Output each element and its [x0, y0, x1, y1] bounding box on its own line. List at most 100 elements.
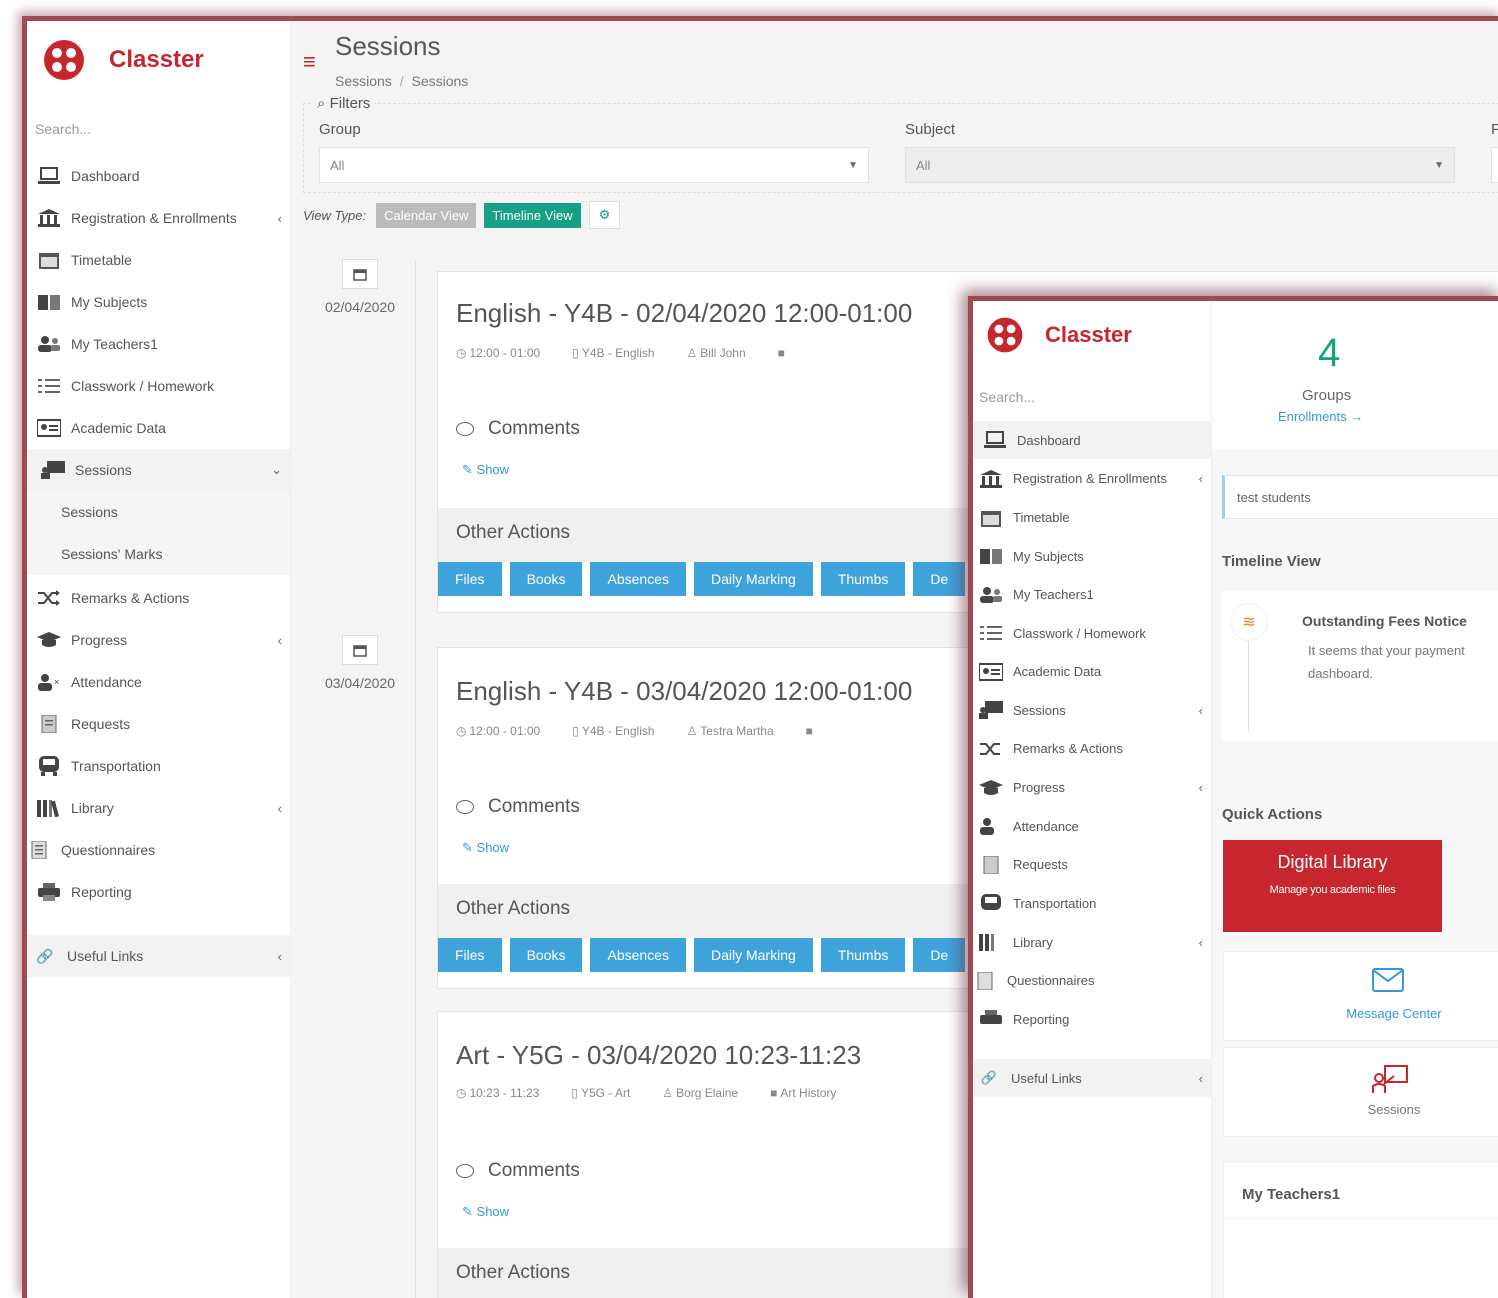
submenu-item-sessions[interactable]: Sessions [27, 491, 290, 533]
sidebar-item-label: Registration & Enrollments [71, 210, 237, 226]
action-buttons: Files Books Absences Daily Marking Thumb… [438, 938, 973, 972]
settings-icon[interactable]: ⚙ [588, 201, 621, 229]
sidebar-item-progress[interactable]: Progress ‹ [27, 619, 290, 661]
sidebar-item-label: Academic Data [1013, 664, 1102, 679]
sidebar-nav: Dashboard Registration & Enrollments ‹ T… [27, 155, 290, 491]
sidebar-item-reporting[interactable]: Reporting [973, 1000, 1211, 1038]
thumbs-button[interactable]: Thumbs [820, 938, 906, 972]
notice-title[interactable]: Outstanding Fees Notice [1302, 613, 1467, 629]
sidebar-item-label: Useful Links [1011, 1070, 1082, 1086]
sidebar-item-library[interactable]: Library ‹ [973, 923, 1211, 961]
graduation-cap-icon [979, 778, 1003, 798]
menu-toggle-icon[interactable]: ≡ [303, 49, 316, 75]
sidebar-item-registration[interactable]: Registration & Enrollments ‹ [27, 197, 290, 239]
sidebar-item-academic-data[interactable]: Academic Data [973, 652, 1211, 691]
sidebar-item-reporting[interactable]: Reporting [27, 871, 290, 913]
brand-logo[interactable]: Classter [985, 315, 1132, 355]
absences-button[interactable]: Absences [590, 562, 686, 596]
sidebar-item-attendance[interactable]: × Attendance [27, 661, 290, 703]
sidebar-item-sessions[interactable]: Sessions ‹ [973, 691, 1211, 729]
sessions-card[interactable]: Sessions [1223, 1047, 1498, 1137]
sidebar-item-transportation[interactable]: Transportation [973, 884, 1211, 923]
more-action-button[interactable]: De [913, 938, 966, 972]
sidebar-item-label: Registration & Enrollments [1013, 471, 1167, 486]
link-icon: 🔗 [36, 947, 54, 964]
brand-name: Classter [1045, 322, 1132, 347]
digital-library-subtitle: Manage you academic files [1269, 884, 1396, 896]
money-icon: ≋ [1230, 603, 1268, 641]
breadcrumb-item[interactable]: Sessions [335, 73, 392, 89]
book-icon: ■ [770, 1086, 778, 1100]
submenu-item-sessions-marks[interactable]: Sessions' Marks [27, 533, 290, 575]
sidebar-item-useful-links[interactable]: 🔗 Useful Links ‹ [27, 935, 290, 977]
message-center-card[interactable]: Message Center [1223, 951, 1498, 1041]
notice-line: dashboard. [1308, 666, 1374, 681]
group-select[interactable]: All ▼ [319, 147, 869, 183]
more-action-button[interactable]: De [913, 562, 966, 596]
id-card-icon [37, 418, 61, 438]
enrollments-link[interactable]: Enrollments → [1278, 409, 1363, 424]
shuffle-icon [979, 739, 1003, 759]
sidebar-item-requests[interactable]: Requests [973, 845, 1211, 884]
sidebar-item-useful-links[interactable]: 🔗 Useful Links ‹ [973, 1059, 1211, 1097]
calendar-icon [342, 635, 378, 665]
sidebar-item-my-subjects[interactable]: My Subjects [27, 281, 290, 323]
list-icon [37, 376, 61, 396]
sidebar-search-input[interactable]: Search... [979, 389, 1035, 405]
sidebar-item-library[interactable]: Library ‹ [27, 787, 290, 829]
sidebar-item-sessions[interactable]: Sessions ⌄ [27, 449, 290, 491]
sidebar-item-classwork[interactable]: Classwork / Homework [973, 614, 1211, 652]
session-title[interactable]: English - Y4B - 03/04/2020 12:00-01:00 [456, 676, 912, 707]
absences-button[interactable]: Absences [590, 938, 686, 972]
sidebar-search-input[interactable]: Search... [35, 121, 91, 137]
digital-library-card[interactable]: Digital Library Manage you academic file… [1223, 840, 1442, 932]
show-comments-link[interactable]: ✎ Show [462, 840, 509, 856]
calendar-view-button[interactable]: Calendar View [376, 202, 477, 228]
sidebar-item-label: Remarks & Actions [71, 590, 190, 606]
sidebar-item-attendance[interactable]: Attendance [973, 807, 1211, 845]
files-button[interactable]: Files [438, 938, 502, 972]
third-filter-select[interactable] [1491, 147, 1498, 183]
filters-label: Filters [329, 95, 371, 112]
sidebar-item-timetable[interactable]: Timetable [27, 239, 290, 281]
brand-logo[interactable]: Classter [41, 37, 204, 83]
filters-legend[interactable]: ⌕ Filters [313, 95, 375, 112]
daily-marking-button[interactable]: Daily Marking [693, 562, 813, 596]
breadcrumb: Sessions / Sessions [335, 73, 468, 89]
user-times-icon: × [37, 672, 61, 692]
sidebar-item-remarks[interactable]: Remarks & Actions [973, 729, 1211, 768]
sidebar-item-registration[interactable]: Registration & Enrollments ‹ [973, 459, 1211, 498]
show-comments-link[interactable]: ✎ Show [462, 1204, 509, 1220]
sidebar-item-my-teachers[interactable]: My Teachers1 [27, 323, 290, 365]
daily-marking-button[interactable]: Daily Marking [693, 938, 813, 972]
books-button[interactable]: Books [509, 938, 583, 972]
sidebar-item-requests[interactable]: Requests [27, 703, 290, 745]
sidebar-item-timetable[interactable]: Timetable [973, 498, 1211, 537]
sidebar-item-classwork[interactable]: Classwork / Homework [27, 365, 290, 407]
sidebar-item-questionnaires[interactable]: Questionnaires [973, 961, 1211, 1000]
sidebar-item-label: Attendance [1013, 818, 1079, 834]
chevron-left-icon: ‹ [1198, 934, 1203, 950]
show-comments-link[interactable]: ✎ Show [462, 462, 509, 478]
sidebar-item-label: Requests [71, 716, 131, 732]
timeline-view-button[interactable]: Timeline View [484, 202, 581, 228]
sidebar-item-transportation[interactable]: Transportation [27, 745, 290, 787]
sidebar-item-my-subjects[interactable]: My Subjects [973, 537, 1211, 575]
sidebar-item-dashboard[interactable]: Dashboard [973, 421, 1211, 459]
printer-icon [37, 882, 61, 902]
search-result-box[interactable]: test students [1222, 475, 1498, 519]
sidebar-item-remarks[interactable]: Remarks & Actions [27, 577, 290, 619]
session-title[interactable]: Art - Y5G - 03/04/2020 10:23-11:23 [456, 1040, 861, 1071]
sidebar-item-dashboard[interactable]: Dashboard [27, 155, 290, 197]
session-title[interactable]: English - Y4B - 02/04/2020 12:00-01:00 [456, 298, 912, 329]
session-group-text: Y4B - English [581, 346, 655, 360]
sidebar-item-progress[interactable]: Progress ‹ [973, 768, 1211, 807]
subject-select[interactable]: All ▼ [905, 147, 1455, 183]
books-button[interactable]: Books [509, 562, 583, 596]
sidebar-item-academic-data[interactable]: Academic Data [27, 407, 290, 449]
groups-stat-card[interactable]: 4 Groups Enrollments → [1212, 301, 1498, 449]
sidebar-item-questionnaires[interactable]: Questionnaires [27, 829, 290, 871]
thumbs-button[interactable]: Thumbs [820, 562, 906, 596]
files-button[interactable]: Files [438, 562, 502, 596]
sidebar-item-my-teachers[interactable]: My Teachers1 [973, 575, 1211, 614]
